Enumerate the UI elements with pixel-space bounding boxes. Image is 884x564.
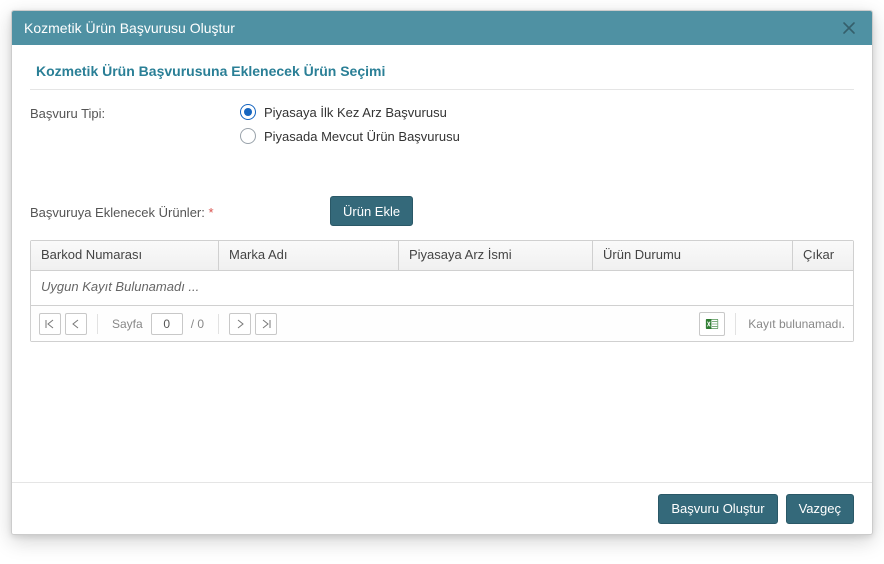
products-label-text: Başvuruya Eklenecek Ürünler: bbox=[30, 205, 205, 220]
required-asterisk: * bbox=[208, 205, 213, 220]
radio-button-icon bbox=[240, 104, 256, 120]
col-remove-header: Çıkar bbox=[793, 241, 853, 270]
modal-footer: Başvuru Oluştur Vazgeç bbox=[12, 482, 872, 534]
pager-total-pages: / 0 bbox=[191, 317, 204, 331]
modal-dialog: Kozmetik Ürün Başvurusu Oluştur Kozmetik… bbox=[11, 10, 873, 535]
modal-header: Kozmetik Ürün Başvurusu Oluştur bbox=[12, 11, 872, 45]
add-product-button[interactable]: Ürün Ekle bbox=[330, 196, 413, 226]
col-brand-header[interactable]: Marka Adı bbox=[219, 241, 399, 270]
pager-first-icon[interactable] bbox=[39, 313, 61, 335]
pager-status: Kayıt bulunamadı. bbox=[735, 313, 845, 335]
section-title: Kozmetik Ürün Başvurusuna Eklenecek Ürün… bbox=[30, 57, 854, 90]
products-grid: Barkod Numarası Marka Adı Piyasaya Arz İ… bbox=[30, 240, 854, 342]
pager-separator bbox=[97, 314, 98, 334]
type-label: Başvuru Tipi: bbox=[30, 104, 240, 121]
pager-next-icon[interactable] bbox=[229, 313, 251, 335]
col-barcode-header[interactable]: Barkod Numarası bbox=[31, 241, 219, 270]
pager-page-label: Sayfa bbox=[112, 317, 143, 331]
col-market-name-header[interactable]: Piyasaya Arz İsmi bbox=[399, 241, 593, 270]
pager-last-icon[interactable] bbox=[255, 313, 277, 335]
radio-existing[interactable]: Piyasada Mevcut Ürün Başvurusu bbox=[240, 128, 460, 144]
grid-empty-row: Uygun Kayıt Bulunamadı ... bbox=[31, 271, 853, 305]
grid-pager: Sayfa / 0 bbox=[31, 305, 853, 341]
form-row-products: Başvuruya Eklenecek Ürünler: * Ürün Ekle bbox=[30, 196, 854, 226]
pager-separator bbox=[218, 314, 219, 334]
modal-title: Kozmetik Ürün Başvurusu Oluştur bbox=[24, 20, 235, 36]
col-status-header[interactable]: Ürün Durumu bbox=[593, 241, 793, 270]
export-excel-button[interactable] bbox=[699, 312, 725, 336]
pager-page-input[interactable] bbox=[151, 313, 183, 335]
cancel-button[interactable]: Vazgeç bbox=[786, 494, 854, 524]
close-icon[interactable] bbox=[834, 11, 864, 45]
radio-existing-label: Piyasada Mevcut Ürün Başvurusu bbox=[264, 129, 460, 144]
pager-prev-icon[interactable] bbox=[65, 313, 87, 335]
modal-body: Kozmetik Ürün Başvurusuna Eklenecek Ürün… bbox=[12, 45, 872, 342]
form-row-type: Başvuru Tipi: Piyasaya İlk Kez Arz Başvu… bbox=[30, 104, 854, 152]
products-label: Başvuruya Eklenecek Ürünler: * bbox=[30, 203, 240, 220]
radio-first-time-label: Piyasaya İlk Kez Arz Başvurusu bbox=[264, 105, 447, 120]
create-application-button[interactable]: Başvuru Oluştur bbox=[658, 494, 777, 524]
radio-first-time[interactable]: Piyasaya İlk Kez Arz Başvurusu bbox=[240, 104, 460, 120]
radio-button-icon bbox=[240, 128, 256, 144]
excel-icon bbox=[705, 317, 719, 331]
grid-header: Barkod Numarası Marka Adı Piyasaya Arz İ… bbox=[31, 241, 853, 271]
radio-group-type: Piyasaya İlk Kez Arz Başvurusu Piyasada … bbox=[240, 104, 460, 152]
